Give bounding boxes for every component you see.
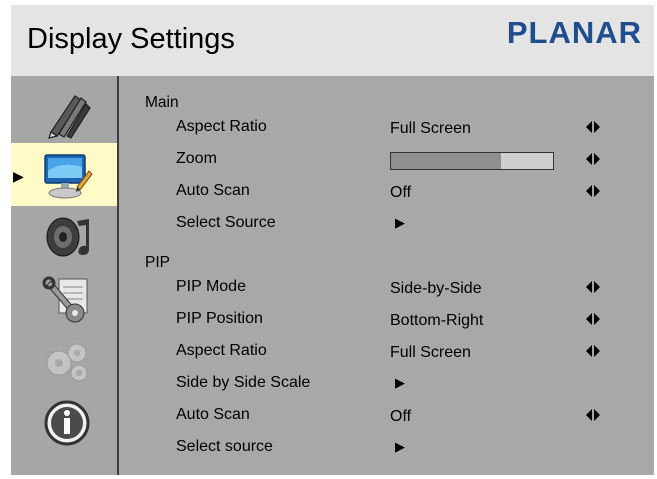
pip-auto-scan-label: Auto Scan bbox=[176, 406, 250, 423]
side-by-side-scale-row[interactable]: Side by Side Scale ▶ bbox=[119, 374, 654, 400]
select-source-row[interactable]: Select Source ▶ bbox=[119, 214, 654, 240]
pip-auto-scan-value: Off bbox=[390, 408, 412, 425]
adjust-arrows-icon[interactable] bbox=[586, 408, 600, 422]
pip-mode-value: Side-by-Side bbox=[390, 280, 482, 297]
tools-icon bbox=[42, 276, 88, 323]
pip-position-row[interactable]: PIP Position Bottom-Right bbox=[119, 310, 654, 336]
auto-scan-label: Auto Scan bbox=[176, 182, 250, 199]
pens-icon bbox=[48, 95, 91, 139]
sidebar-item-display[interactable]: ▶ bbox=[11, 143, 117, 206]
submenu-arrow-icon: ▶ bbox=[395, 215, 405, 230]
sidebar-item-advanced[interactable] bbox=[11, 329, 117, 392]
display-icon bbox=[44, 154, 93, 199]
adjust-arrows-icon[interactable] bbox=[586, 280, 600, 294]
pip-position-label: PIP Position bbox=[176, 310, 263, 327]
auto-scan-value: Off bbox=[390, 184, 412, 201]
adjust-arrows-icon[interactable] bbox=[586, 344, 600, 358]
submenu-arrow-icon: ▶ bbox=[395, 375, 405, 390]
pip-auto-scan-row[interactable]: Auto Scan Off bbox=[119, 406, 654, 432]
sidebar: ▶ bbox=[11, 76, 119, 475]
zoom-label: Zoom bbox=[176, 150, 217, 167]
adjust-arrows-icon[interactable] bbox=[586, 312, 600, 326]
info-icon bbox=[44, 400, 90, 446]
adjust-arrows-icon[interactable] bbox=[586, 120, 600, 134]
zoom-slider[interactable] bbox=[390, 152, 554, 170]
aspect-ratio-label: Aspect Ratio bbox=[176, 118, 267, 135]
sidebar-item-audio[interactable] bbox=[11, 205, 117, 268]
pip-mode-label: PIP Mode bbox=[176, 278, 246, 295]
brand-logo: PLANAR bbox=[506, 15, 642, 50]
osd-window: Display Settings PLANAR ▶ Main Aspect Ra… bbox=[11, 5, 654, 475]
auto-scan-row[interactable]: Auto Scan Off bbox=[119, 182, 654, 208]
side-by-side-scale-label: Side by Side Scale bbox=[176, 374, 311, 391]
sidebar-item-setup[interactable] bbox=[11, 267, 117, 330]
speaker-icon bbox=[46, 217, 89, 257]
header: Display Settings PLANAR bbox=[11, 5, 654, 76]
pip-aspect-ratio-row[interactable]: Aspect Ratio Full Screen bbox=[119, 342, 654, 368]
pip-aspect-ratio-value: Full Screen bbox=[390, 344, 471, 361]
selection-arrow-icon: ▶ bbox=[13, 168, 24, 184]
submenu-arrow-icon: ▶ bbox=[395, 439, 405, 454]
aspect-ratio-row[interactable]: Aspect Ratio Full Screen bbox=[119, 118, 654, 144]
adjust-arrows-icon[interactable] bbox=[586, 184, 600, 198]
sidebar-item-information[interactable] bbox=[11, 391, 117, 454]
pip-mode-row[interactable]: PIP Mode Side-by-Side bbox=[119, 278, 654, 304]
pip-position-value: Bottom-Right bbox=[390, 312, 484, 329]
group-main-label: Main bbox=[145, 94, 179, 111]
adjust-arrows-icon[interactable] bbox=[586, 152, 600, 166]
pip-select-source-row[interactable]: Select source ▶ bbox=[119, 438, 654, 464]
zoom-slider-fill bbox=[391, 153, 502, 169]
pip-aspect-ratio-label: Aspect Ratio bbox=[176, 342, 267, 359]
zoom-row[interactable]: Zoom bbox=[119, 150, 654, 176]
sidebar-item-picture-tools[interactable] bbox=[11, 82, 117, 145]
select-source-label: Select Source bbox=[176, 214, 276, 231]
group-pip-label: PIP bbox=[145, 254, 170, 271]
pip-select-source-label: Select source bbox=[176, 438, 273, 455]
aspect-ratio-value: Full Screen bbox=[390, 120, 471, 137]
gears-icon bbox=[46, 343, 88, 382]
settings-panel: Main Aspect Ratio Full Screen Zoom Auto … bbox=[119, 76, 654, 475]
page-title: Display Settings bbox=[27, 23, 235, 55]
